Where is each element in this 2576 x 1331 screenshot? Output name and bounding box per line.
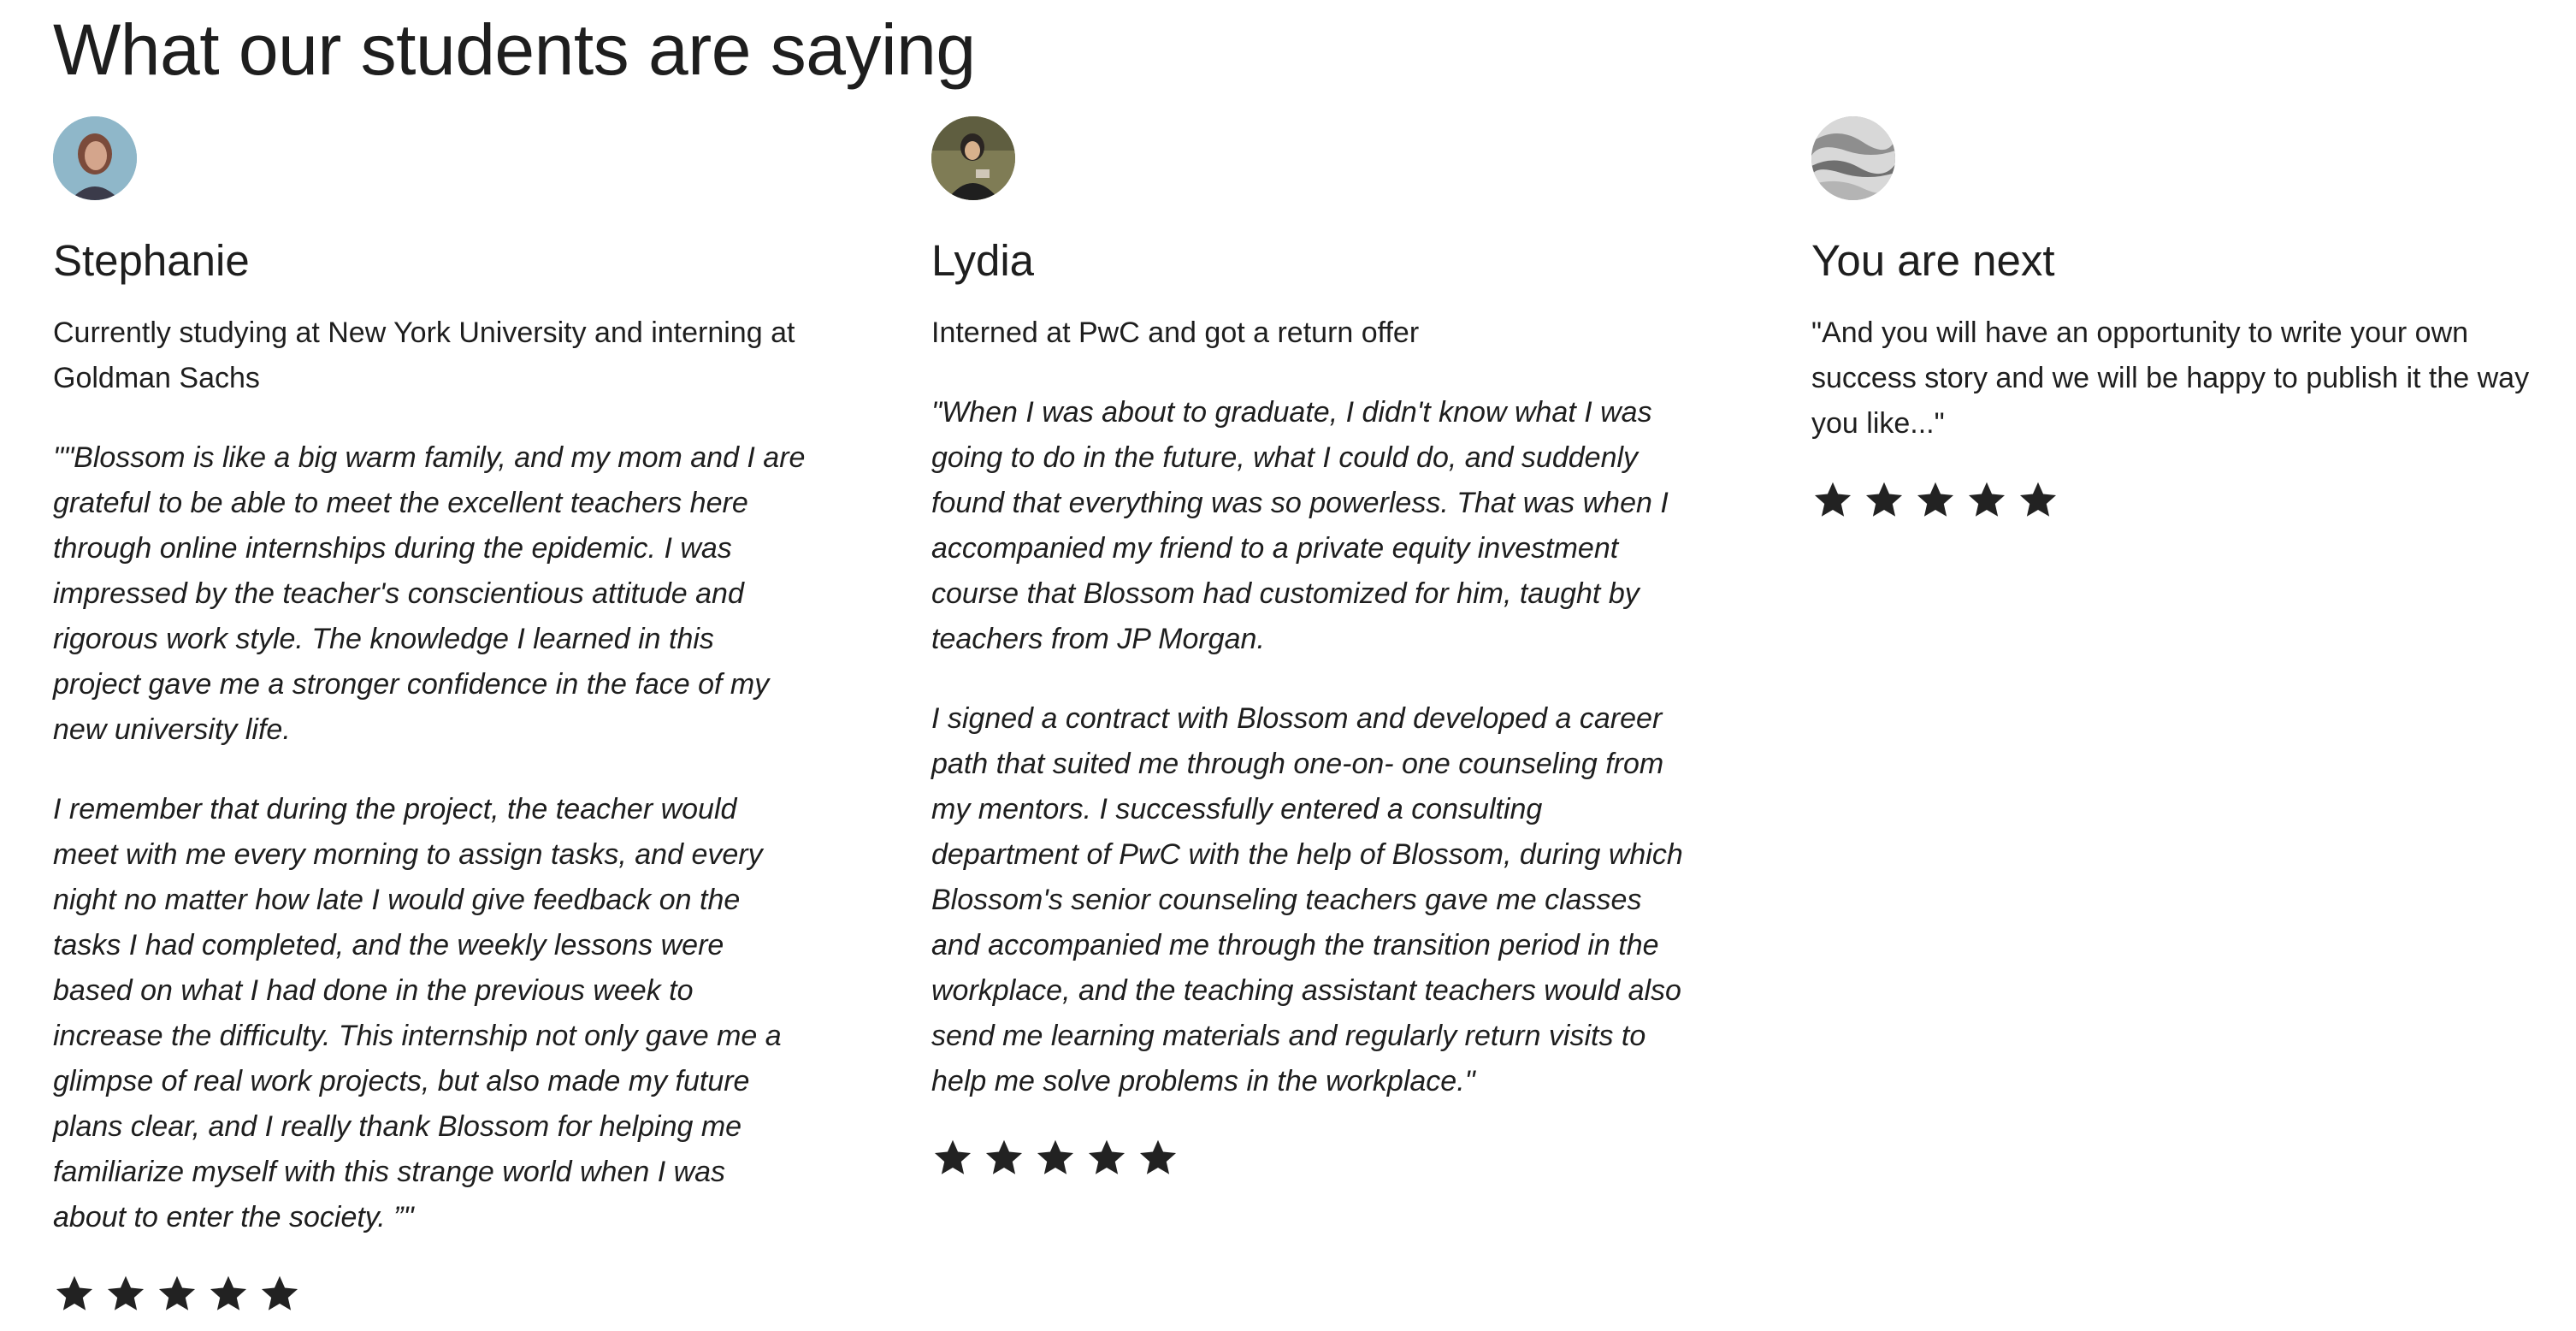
star-icon <box>53 1273 96 1316</box>
star-rating <box>931 1137 1684 1180</box>
student-portrait-icon <box>53 116 137 200</box>
section-title: What our students are saying <box>53 9 976 90</box>
star-icon <box>2017 479 2059 522</box>
testimonial-subtitle: Currently studying at New York Universit… <box>53 316 795 395</box>
star-icon <box>156 1273 198 1316</box>
testimonial-card: Lydia Interned at PwC and got a return o… <box>931 116 1684 1180</box>
testimonial-quote-paragraph: "And you will have an opportunity to wri… <box>1811 316 2530 441</box>
star-icon <box>1965 479 2008 522</box>
testimonial-quote-paragraph: I signed a contract with Blossom and dev… <box>931 702 1683 1098</box>
star-icon <box>1034 1137 1077 1180</box>
star-rating <box>53 1273 806 1316</box>
star-icon <box>983 1137 1025 1180</box>
star-rating <box>1811 479 2564 522</box>
abstract-texture-icon <box>1811 116 1895 200</box>
star-icon <box>258 1273 301 1316</box>
testimonials-section: What our students are saying Stephanie C… <box>0 0 2576 1331</box>
testimonial-quote-paragraph: "When I was about to graduate, I didn't … <box>931 396 1669 656</box>
testimonial-quote-paragraph: ""Blossom is like a big warm family, and… <box>53 441 806 747</box>
star-icon <box>1811 479 1854 522</box>
testimonial-name: Stephanie <box>53 236 250 285</box>
star-icon <box>1085 1137 1128 1180</box>
star-icon <box>1863 479 1905 522</box>
star-icon <box>207 1273 250 1316</box>
star-icon <box>1914 479 1957 522</box>
testimonial-name: Lydia <box>931 236 1035 285</box>
star-icon <box>104 1273 147 1316</box>
testimonial-card: Stephanie Currently studying at New York… <box>53 116 806 1316</box>
testimonial-name: You are next <box>1811 236 2055 285</box>
star-icon <box>931 1137 974 1180</box>
star-icon <box>1137 1137 1179 1180</box>
testimonial-card: You are next "And you will have an oppor… <box>1811 116 2564 522</box>
testimonial-quote-paragraph: I remember that during the project, the … <box>53 793 782 1234</box>
testimonial-subtitle: Interned at PwC and got a return offer <box>931 316 1420 350</box>
student-portrait-icon <box>931 116 1015 200</box>
